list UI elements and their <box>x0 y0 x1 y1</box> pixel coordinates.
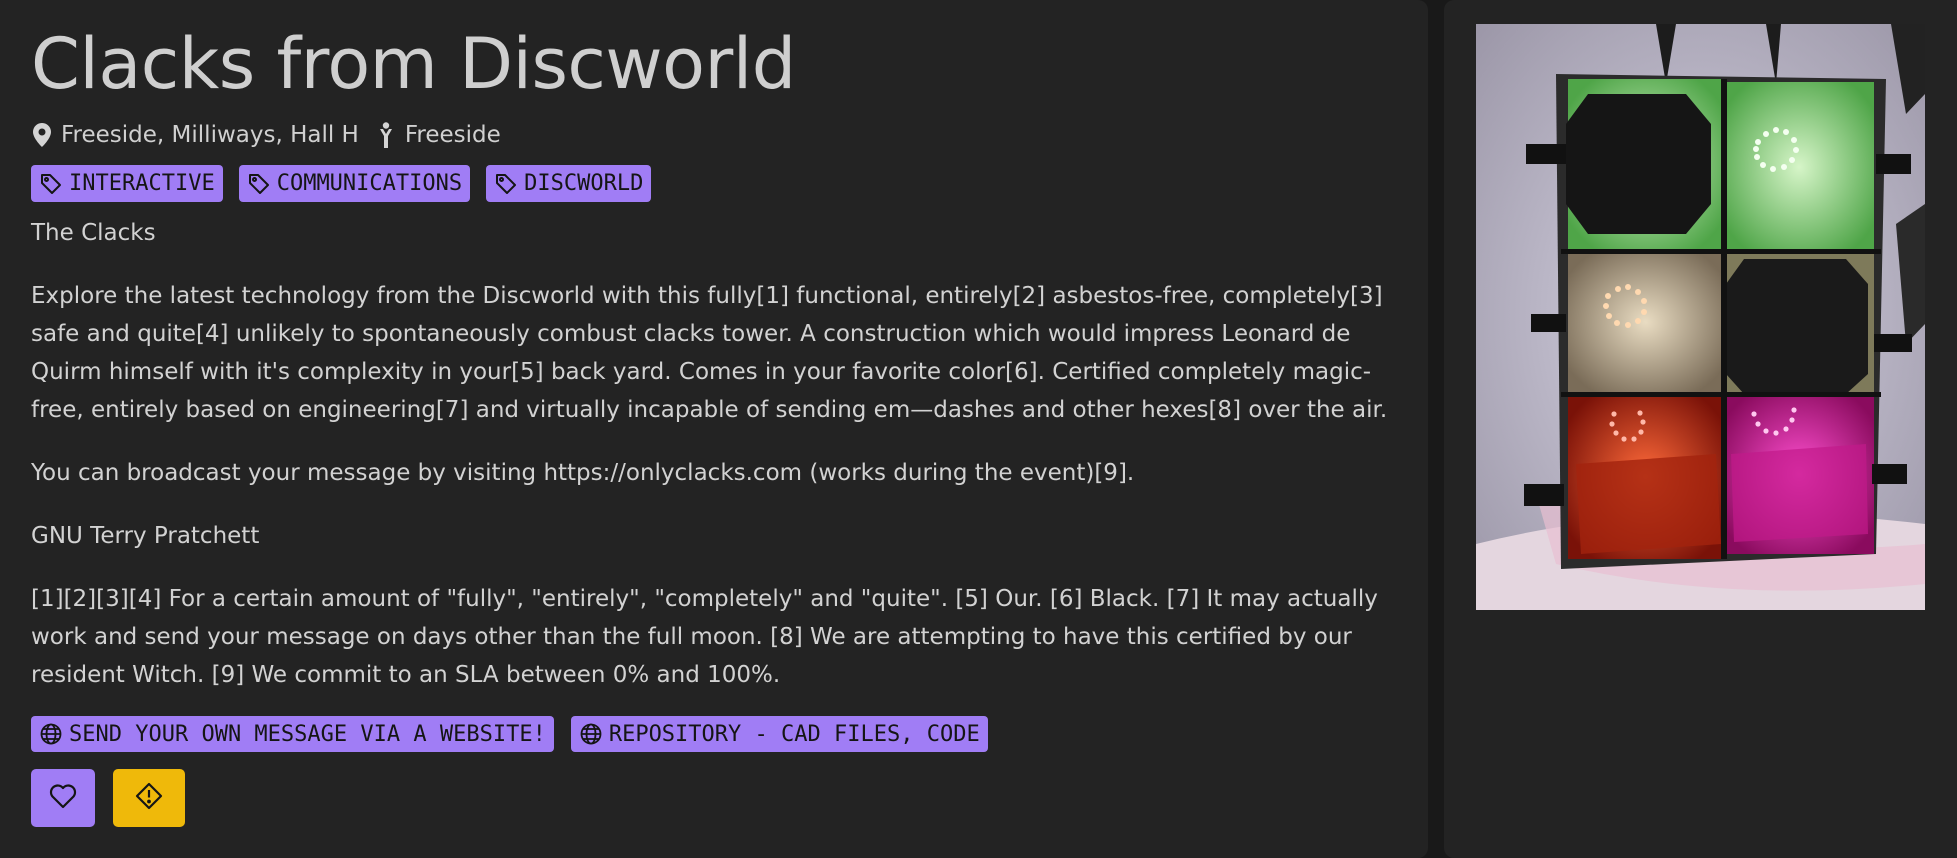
project-links: SEND YOUR OWN MESSAGE VIA A WEBSITE! REP… <box>31 716 1397 752</box>
description-paragraph: GNU Terry Pratchett <box>31 523 260 549</box>
tag-interactive[interactable]: INTERACTIVE <box>31 165 223 202</box>
description-paragraph: Explore the latest technology from the D… <box>31 283 1388 423</box>
description-subtitle: The Clacks <box>31 220 156 246</box>
person-icon <box>375 121 397 149</box>
heart-icon <box>49 783 77 813</box>
tag-icon <box>39 172 63 196</box>
globe-icon <box>39 722 63 746</box>
warning-icon <box>135 782 163 814</box>
project-detail-panel: Clacks from Discworld Freeside, Milliway… <box>0 0 1428 858</box>
website-link[interactable]: SEND YOUR OWN MESSAGE VIA A WEBSITE! <box>31 716 554 752</box>
repository-link[interactable]: REPOSITORY - CAD FILES, CODE <box>570 716 988 752</box>
project-meta: Freeside, Milliways, Hall H Freeside <box>31 118 1397 152</box>
page-title: Clacks from Discworld <box>31 23 796 105</box>
globe-icon <box>579 722 603 746</box>
tag-communications[interactable]: COMMUNICATIONS <box>238 165 471 202</box>
tag-icon <box>247 172 271 196</box>
image-panel <box>1444 0 1957 858</box>
tag-discworld[interactable]: DISCWORLD <box>486 165 652 202</box>
description-paragraph: You can broadcast your message by visiti… <box>31 460 1135 486</box>
tag-label: DISCWORLD <box>524 171 644 196</box>
organizer-text: Freeside <box>404 122 501 148</box>
link-label: SEND YOUR OWN MESSAGE VIA A WEBSITE! <box>69 721 546 747</box>
link-label: REPOSITORY - CAD FILES, CODE <box>608 721 980 747</box>
description-footnotes: [1][2][3][4] For a certain amount of "fu… <box>31 586 1378 688</box>
tag-label: COMMUNICATIONS <box>276 171 463 196</box>
project-photo[interactable] <box>1476 24 1925 610</box>
favorite-button[interactable] <box>31 769 95 827</box>
map-pin-icon <box>31 121 53 149</box>
report-button[interactable] <box>113 769 185 827</box>
tag-label: INTERACTIVE <box>69 171 215 196</box>
location-text: Freeside, Milliways, Hall H <box>61 122 359 148</box>
action-buttons <box>31 769 1397 827</box>
tag-icon <box>494 172 518 196</box>
tag-list: INTERACTIVE COMMUNICATIONS DISCWORLD <box>31 165 1397 202</box>
